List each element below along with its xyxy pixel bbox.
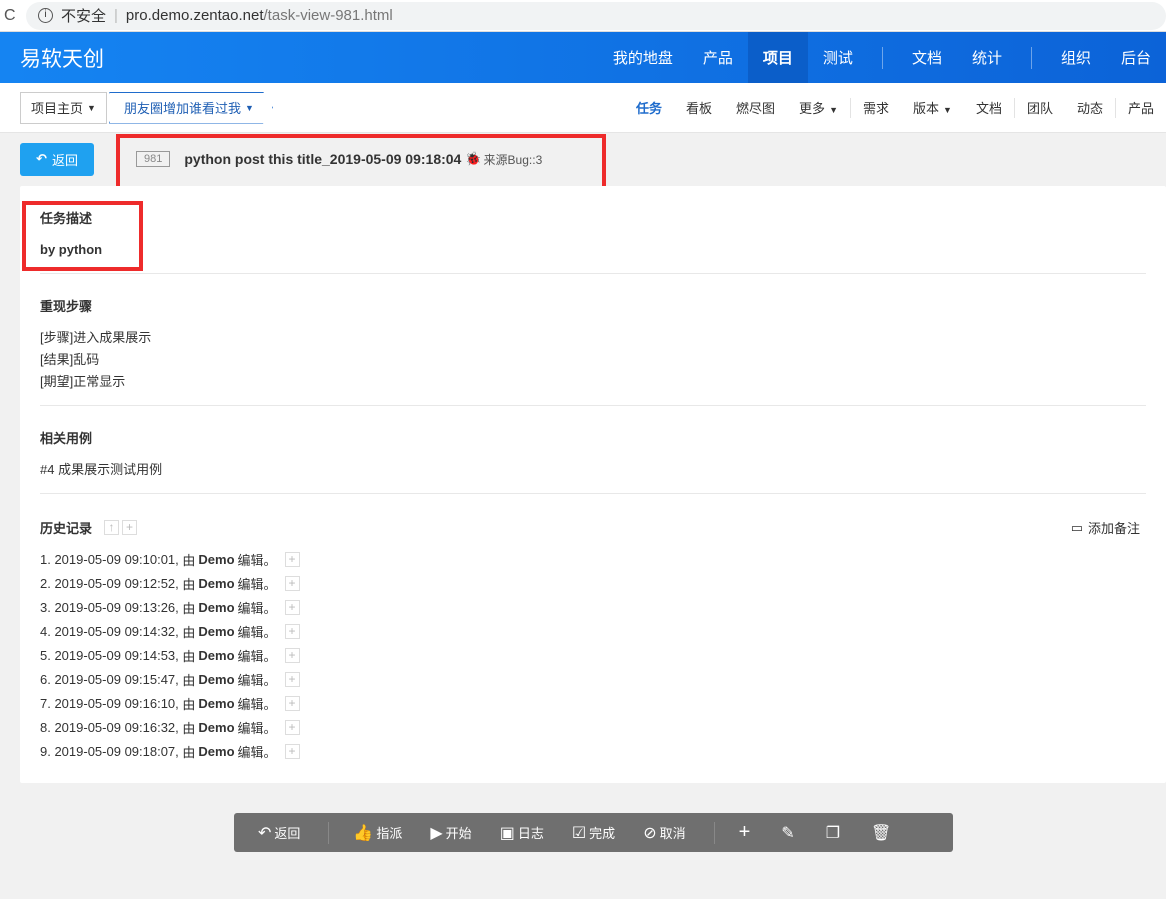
subnav-doc[interactable]: 文档 [964, 98, 1014, 117]
history-item: 4. 2019-05-09 09:14:32, 由 Demo 编辑。 + [40, 619, 1146, 643]
toolbar-back-button[interactable]: ↶ 返回 [258, 823, 300, 843]
play-icon: ▶ [430, 824, 443, 842]
nav-stats[interactable]: 统计 [957, 32, 1017, 83]
subnav-build[interactable]: 版本 ▼ [901, 98, 964, 117]
add-note-button[interactable]: ▭ 添加备注 [1071, 518, 1140, 537]
breadcrumb-home[interactable]: 项目主页 ▼ [20, 91, 107, 124]
sort-up-icon[interactable]: ↑ [104, 520, 120, 535]
nav-org[interactable]: 组织 [1046, 32, 1106, 83]
reload-icon[interactable]: C [4, 7, 26, 25]
expand-icon[interactable]: + [284, 695, 300, 711]
copy-button[interactable]: ❐ [826, 823, 843, 843]
expand-icon[interactable]: + [284, 575, 300, 591]
copy-icon: ❐ [825, 824, 841, 842]
step-line: [结果]乱码 [40, 352, 100, 367]
start-button[interactable]: ▶ 开始 [430, 823, 471, 843]
subnav-burndown[interactable]: 燃尽图 [724, 98, 787, 117]
description-text: by python [40, 242, 103, 257]
sub-navbar: 项目主页 ▼ 朋友圈增加谁看过我 ▼ 任务 看板 燃尽图 更多 ▼ 需求 版本 ▼ 文档… [0, 83, 1166, 133]
breadcrumb: 项目主页 ▼ 朋友圈增加谁看过我 ▼ [20, 91, 273, 124]
brand-logo[interactable]: 易软天创 [20, 43, 598, 73]
nav-my[interactable]: 我的地盘 [598, 32, 688, 83]
assign-button[interactable]: 👍 指派 [353, 823, 402, 843]
info-icon[interactable]: i [38, 8, 53, 23]
step-line: [期望]正常显示 [40, 374, 126, 389]
breadcrumb-project[interactable]: 朋友圈增加谁看过我 ▼ [108, 91, 273, 124]
description-heading: 任务描述 [40, 211, 93, 226]
comment-icon: ▭ [1070, 519, 1083, 535]
history-heading: 历史记录 [40, 521, 93, 536]
expand-icon[interactable]: + [284, 599, 300, 615]
url-host: pro.demo.zentao.net [125, 7, 264, 24]
subnav-story[interactable]: 需求 [851, 98, 901, 117]
plus-icon: + [738, 821, 751, 843]
history-item: 8. 2019-05-09 09:16:32, 由 Demo 编辑。 + [40, 715, 1146, 739]
cases-heading: 相关用例 [40, 431, 93, 446]
nav-test[interactable]: 测试 [808, 32, 868, 83]
cases-section: 相关用例 #4 成果展示测试用例 [40, 406, 1146, 494]
subnav-more[interactable]: 更多 ▼ [787, 98, 850, 117]
history-item: 3. 2019-05-09 09:13:26, 由 Demo 编辑。 + [40, 595, 1146, 619]
history-item: 2. 2019-05-09 09:12:52, 由 Demo 编辑。 + [40, 571, 1146, 595]
steps-section: 重现步骤 [步骤]进入成果展示 [结果]乱码 [期望]正常显示 [40, 274, 1146, 406]
back-icon: ↶ [258, 824, 272, 842]
expand-icon[interactable]: + [284, 647, 300, 663]
history-item: 5. 2019-05-09 09:14:53, 由 Demo 编辑。 + [40, 643, 1146, 667]
history-item: 6. 2019-05-09 09:15:47, 由 Demo 编辑。 + [40, 667, 1146, 691]
step-line: [步骤]进入成果展示 [40, 330, 152, 345]
back-icon: ↶ [36, 151, 47, 166]
back-button[interactable]: ↶ 返回 [20, 142, 94, 176]
task-detail-card: 任务描述 by python 重现步骤 [步骤]进入成果展示 [结果]乱码 [期… [20, 186, 1166, 783]
expand-all-icon[interactable]: + [122, 520, 138, 535]
steps-heading: 重现步骤 [40, 299, 93, 314]
case-link[interactable]: #4 成果展示测试用例 [40, 459, 1146, 481]
top-navbar: 易软天创 我的地盘 产品 项目 测试 文档 统计 组织 后台 [0, 32, 1166, 83]
security-label: 不安全 [61, 8, 107, 25]
action-toolbar: ↶ 返回 👍 指派 ▶ 开始 ▣ 日志 ☑ 完成 ⊘ 取消 + ✎ ❐ 🗑 [234, 813, 953, 852]
log-icon: ▣ [499, 824, 515, 842]
expand-icon[interactable]: + [284, 671, 300, 687]
nav-product[interactable]: 产品 [688, 32, 748, 83]
expand-icon[interactable]: + [284, 719, 300, 735]
create-button[interactable]: + [739, 821, 754, 844]
expand-icon[interactable]: + [284, 551, 300, 567]
url-path: /task-view-981.html [263, 7, 393, 24]
expand-icon[interactable]: + [284, 743, 300, 759]
url-field[interactable]: i 不安全 | pro.demo.zentao.net/task-view-98… [26, 1, 1166, 30]
nav-doc[interactable]: 文档 [897, 32, 957, 83]
trash-icon: 🗑 [871, 824, 892, 842]
subnav-product[interactable]: 产品 [1116, 98, 1166, 117]
finish-button[interactable]: ☑ 完成 [572, 823, 615, 843]
delete-button[interactable]: 🗑 [871, 823, 894, 843]
browser-address-bar: C i 不安全 | pro.demo.zentao.net/task-view-… [0, 0, 1166, 32]
nav-admin[interactable]: 后台 [1106, 32, 1166, 83]
ban-icon: ⊘ [643, 824, 657, 842]
highlight-box [22, 201, 143, 271]
subnav-dynamic[interactable]: 动态 [1065, 98, 1115, 117]
subnav-team[interactable]: 团队 [1015, 98, 1065, 117]
thumb-icon: 👍 [353, 824, 374, 842]
expand-icon[interactable]: + [284, 623, 300, 639]
edit-button[interactable]: ✎ [781, 823, 797, 843]
nav-project[interactable]: 项目 [747, 32, 808, 83]
history-item: 9. 2019-05-09 09:18:07, 由 Demo 编辑。 + [40, 739, 1146, 763]
checkbox-icon: ☑ [571, 824, 587, 842]
cancel-button[interactable]: ⊘ 取消 [643, 823, 685, 843]
divider [1030, 46, 1032, 69]
history-item: 1. 2019-05-09 09:10:01, 由 Demo 编辑。 + [40, 547, 1146, 571]
subnav-kanban[interactable]: 看板 [674, 98, 724, 117]
history-item: 7. 2019-05-09 09:16:10, 由 Demo 编辑。 + [40, 691, 1146, 715]
divider [881, 46, 883, 69]
history-section: 历史记录 ↑ + ▭ 添加备注 1. 2019-05-09 09:10:01, 由… [20, 494, 1166, 787]
log-button[interactable]: ▣ 日志 [500, 823, 544, 843]
subnav-task[interactable]: 任务 [624, 98, 674, 117]
edit-icon: ✎ [781, 824, 795, 842]
description-section: 任务描述 by python [40, 186, 1146, 274]
